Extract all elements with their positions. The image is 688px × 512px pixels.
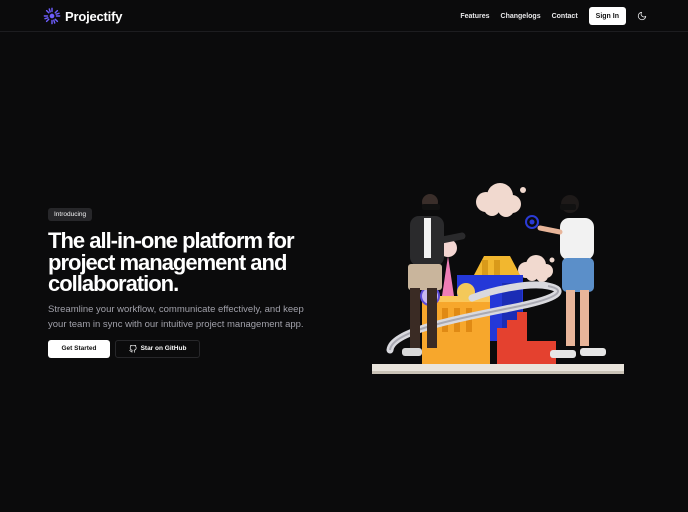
star-on-github-label: Star on GitHub xyxy=(140,345,187,352)
nav-link-contact[interactable]: Contact xyxy=(552,13,578,20)
top-navbar: Projectify Features Changelogs Contact S… xyxy=(0,0,688,32)
star-on-github-button[interactable]: Star on GitHub xyxy=(115,339,200,358)
cta-row: Get Started Star on GitHub xyxy=(48,339,348,358)
introducing-badge: Introducing xyxy=(48,208,93,221)
github-icon xyxy=(128,344,137,353)
get-started-button[interactable]: Get Started xyxy=(48,339,110,358)
pink-tower xyxy=(442,256,454,296)
app-name: Projectify xyxy=(65,8,123,24)
moon-icon xyxy=(637,11,647,21)
cloud-top xyxy=(476,183,521,217)
hero-illustration xyxy=(372,183,624,374)
sign-in-button[interactable]: Sign In xyxy=(588,7,626,25)
hero-subtext: Streamline your workflow, communicate ef… xyxy=(48,303,304,330)
platform-base xyxy=(372,364,624,372)
main-nav: Features Changelogs Contact Sign In xyxy=(460,7,648,25)
hero-headline: The all-in-one platform for project mana… xyxy=(48,228,295,296)
cloud-right xyxy=(518,255,553,282)
theme-toggle-button[interactable] xyxy=(636,10,648,22)
hero-section: Introducing The all-in-one platform for … xyxy=(48,203,348,358)
nav-link-changelogs[interactable]: Changelogs xyxy=(501,13,541,20)
brand[interactable]: Projectify xyxy=(43,7,122,25)
projectify-logo-icon xyxy=(43,7,61,25)
nav-link-features[interactable]: Features xyxy=(460,13,489,20)
